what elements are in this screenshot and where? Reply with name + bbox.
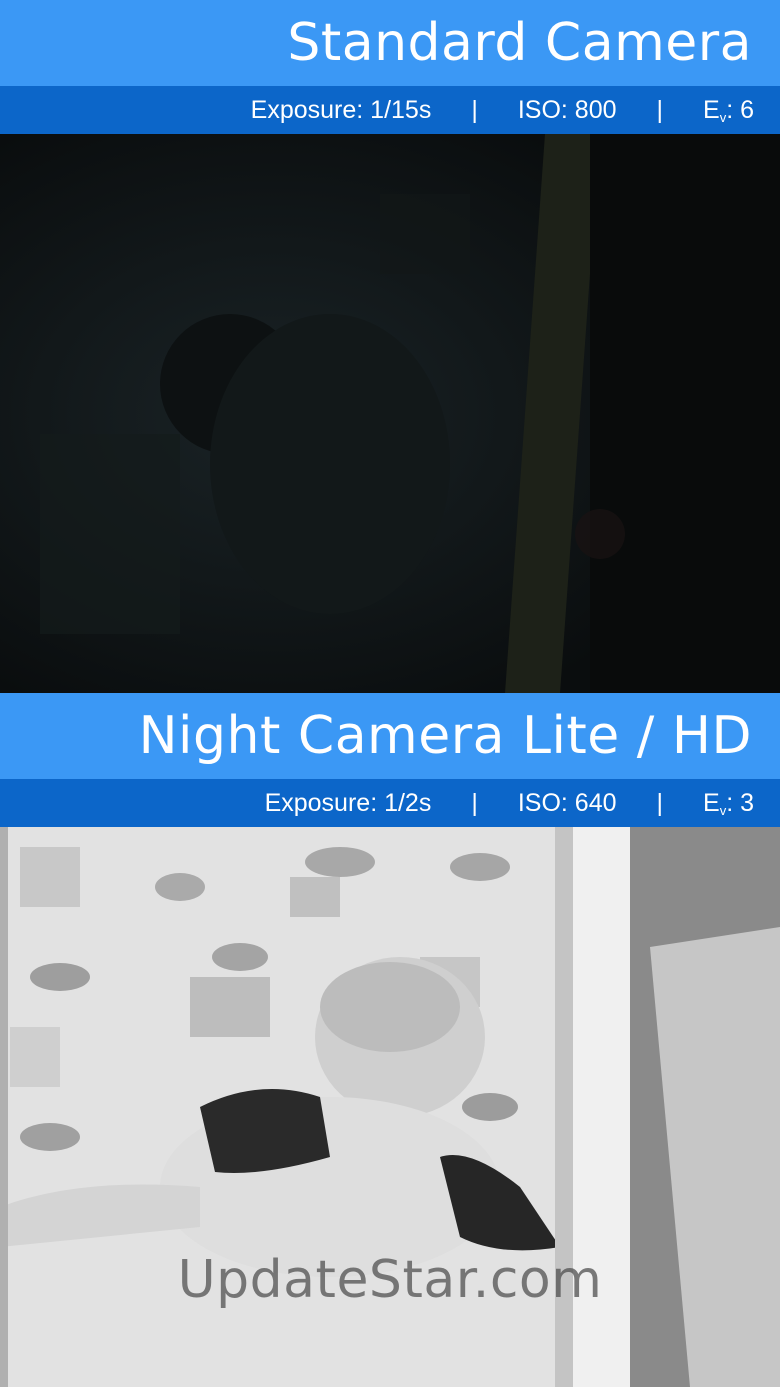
ev-letter: E xyxy=(703,95,720,124)
stats-separator: | xyxy=(656,95,664,124)
standard-iso: ISO: 800 xyxy=(517,95,617,124)
night-camera-stats-bar: Exposure: 1/2s | ISO: 640 | Ev: 3 xyxy=(0,779,780,827)
ev-value: : 6 xyxy=(726,95,754,124)
watermark: UpdateStar.com xyxy=(177,1250,603,1310)
ev-value: : 3 xyxy=(726,788,754,817)
standard-exposure: Exposure: 1/15s xyxy=(250,95,432,124)
stats-separator: | xyxy=(656,788,664,817)
standard-camera-title-bar: Standard Camera xyxy=(0,0,780,86)
night-iso: ISO: 640 xyxy=(517,788,617,817)
standard-camera-photo xyxy=(0,134,780,693)
stats-separator: | xyxy=(471,95,478,124)
standard-ev: Ev: 6 xyxy=(703,96,754,125)
stats-separator: | xyxy=(471,788,478,817)
night-ev: Ev: 3 xyxy=(703,789,754,818)
night-camera-title-bar: Night Camera Lite / HD xyxy=(0,693,780,779)
night-camera-title: Night Camera Lite / HD xyxy=(138,706,752,766)
standard-camera-title: Standard Camera xyxy=(287,13,752,73)
night-exposure: Exposure: 1/2s xyxy=(264,788,432,817)
ev-letter: E xyxy=(703,788,720,817)
standard-camera-stats-bar: Exposure: 1/15s | ISO: 800 | Ev: 6 xyxy=(0,86,780,134)
